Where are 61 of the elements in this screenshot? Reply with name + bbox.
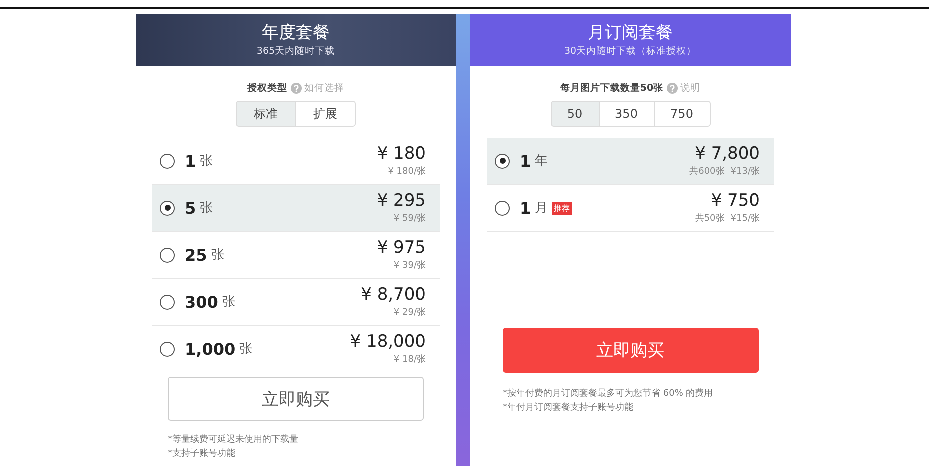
price-detail: 共50张 (695, 212, 725, 226)
plan-title: 月订阅套餐 (588, 22, 673, 44)
quantity: 1 (185, 152, 196, 170)
quantity: 1,000 (185, 340, 236, 358)
price-detail: ¥ 59/张 (394, 212, 426, 226)
plan-option[interactable]: 25 张 ¥ 975 ¥ 39/张 (152, 232, 440, 279)
price: ¥ 975 (377, 237, 426, 259)
radio-button[interactable] (160, 200, 175, 216)
segment-tab[interactable]: 扩展 (296, 101, 356, 127)
segment-tab[interactable]: 标准 (236, 101, 296, 127)
footnote: *按年付费的月订阅套餐最多可为您节省 60% 的费用 (503, 388, 714, 401)
option-label: 授权类型 (248, 82, 288, 94)
segment-tab[interactable]: 750 (654, 101, 710, 127)
unit: 年 (535, 153, 548, 170)
price: ¥ 8,700 (361, 284, 426, 306)
footnote: *支持子账号功能 (168, 448, 236, 461)
price-detail: ¥ 39/张 (394, 260, 426, 273)
radio-button[interactable] (160, 294, 175, 310)
price-detail: ¥ 180/张 (388, 166, 426, 179)
price: ¥ 750 (711, 190, 760, 212)
quantity: 1 (520, 198, 532, 218)
radio-button[interactable] (160, 248, 175, 262)
price-detail: ¥15/张 (730, 212, 760, 226)
unit: 张 (222, 294, 236, 311)
footnote: *年付月订阅套餐支持子账号功能 (503, 402, 634, 415)
recommend-tag: 推荐 (552, 202, 572, 214)
price: ¥ 180 (377, 143, 426, 165)
buy-button[interactable]: 立即购买 (168, 377, 424, 421)
quantity: 5 (185, 198, 196, 218)
quantity: 25 (185, 246, 208, 264)
plan-option[interactable]: 1 月 推荐 ¥ 750 共50张 ¥15/张 (487, 185, 774, 232)
buy-button[interactable]: 立即购买 (502, 328, 758, 373)
radio-button[interactable] (160, 154, 175, 168)
plan-title: 年度套餐 (262, 22, 330, 44)
price: ¥ 295 (377, 190, 426, 212)
segment-tab[interactable]: 50 (550, 101, 600, 127)
plan-subtitle: 30天内随时下载（标准授权） (564, 44, 697, 58)
unit: 张 (211, 247, 224, 264)
plan-option[interactable]: 1,000 张 ¥ 18,000 ¥ 18/张 (152, 326, 440, 372)
radio-button[interactable] (495, 154, 510, 168)
price: ¥ 7,800 (695, 143, 760, 165)
price-detail: 共600张 (690, 166, 725, 179)
radio-button[interactable] (160, 342, 175, 356)
unit: 张 (200, 200, 214, 217)
plan-option[interactable]: 1 年 ¥ 7,800 共600张 ¥13/张 (487, 138, 774, 185)
plan-option[interactable]: 300 张 ¥ 8,700 ¥ 29/张 (152, 279, 440, 326)
quantity: 1 (520, 152, 532, 170)
unit: 张 (240, 341, 253, 358)
segment-tab[interactable]: 350 (600, 101, 654, 127)
radio-button[interactable] (495, 200, 510, 216)
unit: 张 (200, 153, 214, 170)
plan-option[interactable]: 5 张 ¥ 295 ¥ 59/张 (152, 185, 440, 232)
footnote: *等量续费可延迟未使用的下载量 (168, 434, 300, 447)
price-detail: ¥ 29/张 (394, 306, 426, 320)
option-label: 每月图片下载数量50张 (560, 82, 664, 94)
quantity: 300 (185, 292, 218, 312)
unit: 月 (535, 200, 548, 217)
price-detail: ¥13/张 (730, 166, 760, 179)
price: ¥ 18,000 (350, 331, 426, 353)
price-detail: ¥ 18/张 (394, 354, 426, 367)
plan-subtitle: 365天内随时下载 (256, 44, 336, 58)
